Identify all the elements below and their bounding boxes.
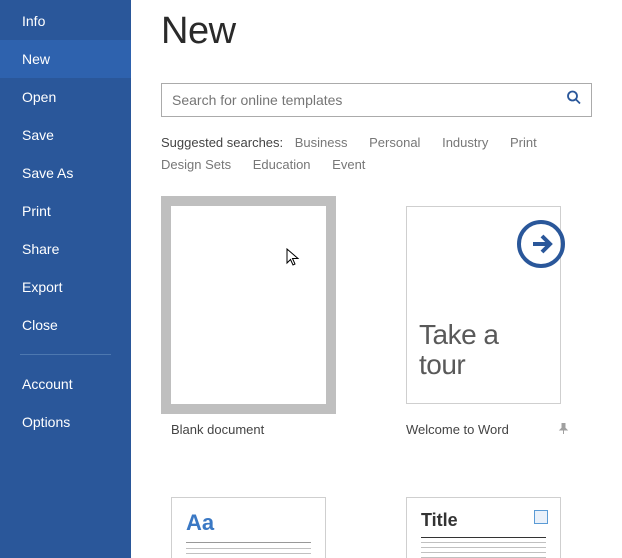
template-label: Blank document <box>171 422 264 437</box>
templates-grid: Blank document Take a tour Welcome to Wo… <box>161 206 592 558</box>
sidebar-item-save[interactable]: Save <box>0 116 131 154</box>
suggested-searches: Suggested searches: Business Personal In… <box>161 132 592 176</box>
sidebar-item-close[interactable]: Close <box>0 306 131 344</box>
template-blank-document[interactable]: Blank document <box>161 206 336 437</box>
aa-glyph: Aa <box>186 510 311 536</box>
suggested-link-industry[interactable]: Industry <box>442 135 488 150</box>
suggested-link-design-sets[interactable]: Design Sets <box>161 157 231 172</box>
suggested-link-event[interactable]: Event <box>332 157 365 172</box>
sidebar-item-print[interactable]: Print <box>0 192 131 230</box>
template-title[interactable]: Title <box>396 497 571 558</box>
tour-text: Take a tour <box>419 320 499 379</box>
template-welcome-to-word[interactable]: Take a tour Welcome to Word <box>396 206 571 437</box>
sidebar-item-account[interactable]: Account <box>0 365 131 403</box>
template-thumb-aa: Aa <box>171 497 326 558</box>
arrow-right-circle-icon <box>516 219 566 274</box>
main-panel: New Suggested searches: Business Persona… <box>131 0 622 558</box>
backstage-sidebar: Info New Open Save Save As Print Share E… <box>0 0 131 558</box>
sidebar-item-open[interactable]: Open <box>0 78 131 116</box>
template-thumb-blank <box>171 206 326 404</box>
page-title: New <box>161 10 592 53</box>
cursor-icon <box>286 248 302 273</box>
suggested-label: Suggested searches: <box>161 135 283 150</box>
title-glyph: Title <box>421 510 546 531</box>
sidebar-item-options[interactable]: Options <box>0 403 131 441</box>
suggested-link-print[interactable]: Print <box>510 135 537 150</box>
document-icon <box>534 510 548 524</box>
suggested-link-personal[interactable]: Personal <box>369 135 420 150</box>
sidebar-item-export[interactable]: Export <box>0 268 131 306</box>
suggested-link-business[interactable]: Business <box>295 135 348 150</box>
template-thumb-title: Title <box>406 497 561 558</box>
sidebar-divider <box>20 354 111 355</box>
pin-icon[interactable] <box>558 422 569 437</box>
search-input[interactable] <box>161 83 592 117</box>
search-wrap <box>161 83 592 117</box>
sidebar-item-save-as[interactable]: Save As <box>0 154 131 192</box>
sidebar-item-new[interactable]: New <box>0 40 131 78</box>
template-label: Welcome to Word <box>406 422 509 437</box>
sidebar-item-info[interactable]: Info <box>0 2 131 40</box>
template-aa[interactable]: Aa <box>161 497 336 558</box>
suggested-link-education[interactable]: Education <box>253 157 311 172</box>
template-thumb-tour: Take a tour <box>406 206 561 404</box>
sidebar-item-share[interactable]: Share <box>0 230 131 268</box>
